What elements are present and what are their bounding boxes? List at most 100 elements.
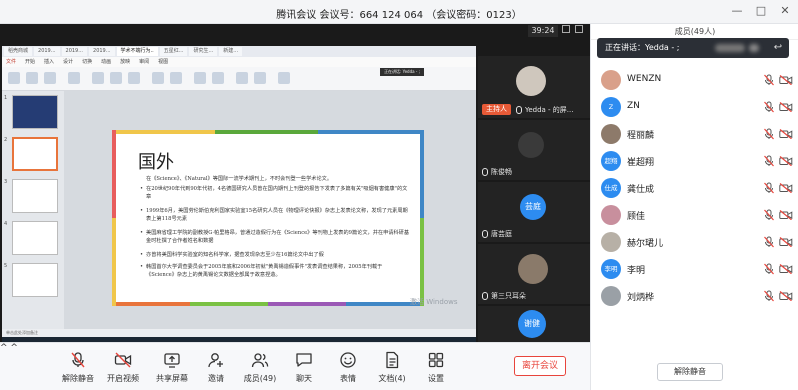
- documents-label: 文档(4): [378, 374, 406, 383]
- host-avatar: [516, 66, 546, 96]
- member-row[interactable]: 顾佳: [591, 202, 798, 228]
- mic-muted-icon[interactable]: [763, 101, 775, 113]
- unmute-button[interactable]: 解除静音: [58, 351, 98, 384]
- emoji-label: 表情: [340, 374, 356, 383]
- camera-off-icon[interactable]: [779, 102, 793, 113]
- member-avatar: [601, 286, 621, 306]
- member-row[interactable]: 程丽麟: [591, 121, 798, 147]
- settings-label: 设置: [428, 374, 444, 383]
- camera-off-icon[interactable]: [779, 129, 793, 140]
- chat-icon: [295, 351, 313, 369]
- mic-icon: [482, 230, 488, 238]
- shared-ribbon: 文件 开始 插入 设计 切换 动画 放映 审阅 视图: [2, 57, 476, 67]
- camera-off-icon[interactable]: [779, 183, 793, 194]
- documents-button[interactable]: 文档(4): [372, 351, 412, 384]
- video-tile[interactable]: 陈俊畅: [478, 120, 590, 180]
- member-row[interactable]: Z ZN: [591, 94, 798, 120]
- outline-icon: [254, 72, 266, 84]
- speaking-text: 正在讲话：Yedda - ;: [605, 43, 680, 52]
- video-tile[interactable]: 第三只耳朵: [478, 244, 590, 304]
- thumb-number: 5: [4, 263, 8, 269]
- blurred-name: [749, 44, 759, 52]
- stage-view-controls: [562, 25, 583, 33]
- slide-border-left: [112, 130, 116, 306]
- find-icon: [278, 72, 290, 84]
- ribbon-item: 开始: [25, 59, 36, 65]
- camera-off-icon[interactable]: [779, 210, 793, 221]
- shared-tab: 五星红...: [159, 47, 188, 56]
- slide-thumbnail-selected: [12, 137, 58, 171]
- mic-muted-icon[interactable]: [763, 182, 775, 194]
- camera-off-icon[interactable]: [779, 291, 793, 302]
- slide-thumbnail: [12, 95, 58, 129]
- meeting-timer: 39:24: [528, 25, 558, 37]
- tile-name: 第三只耳朵: [482, 291, 526, 301]
- mic-muted-icon[interactable]: [763, 236, 775, 248]
- video-tile[interactable]: 谢健: [478, 306, 590, 342]
- slide-statusbar: 单击此处添加备注: [2, 329, 476, 337]
- tile-name: Yedda - 的屏...: [516, 105, 573, 115]
- emoji-button[interactable]: 表情: [328, 351, 368, 384]
- tile-name: 陈俊畅: [482, 167, 512, 177]
- chat-button[interactable]: 聊天: [284, 351, 324, 384]
- member-name: 顾佳: [627, 212, 646, 222]
- camera-off-icon[interactable]: [779, 237, 793, 248]
- video-tile[interactable]: 芸庭 唐芸庭: [478, 182, 590, 242]
- mic-muted-icon[interactable]: [763, 263, 775, 275]
- camera-off-icon[interactable]: [779, 75, 793, 86]
- invite-button[interactable]: 邀请: [196, 351, 236, 384]
- fill-icon: [236, 72, 248, 84]
- member-name: 龚仕成: [627, 185, 655, 195]
- minimize-icon[interactable]: —: [730, 4, 744, 18]
- video-tile-host[interactable]: 主持人 Yedda - 的屏...: [478, 56, 590, 118]
- mic-muted-icon[interactable]: [763, 74, 775, 86]
- start-video-button[interactable]: 开启视频: [103, 351, 143, 384]
- shared-tab: 新建...: [219, 47, 243, 56]
- chevron-up-icon[interactable]: ^: [0, 343, 8, 353]
- member-row[interactable]: 李明 李明: [591, 256, 798, 282]
- emoji-icon: [339, 351, 357, 369]
- share-screen-button[interactable]: 共享屏幕: [152, 351, 192, 384]
- mic-muted-icon[interactable]: [763, 128, 775, 140]
- shared-browser-tabs: 稻壳商城 2019... 2019... 2019... 学术不端行为.. 五星…: [2, 46, 476, 57]
- paste-icon: [8, 72, 20, 84]
- member-name: ZN: [627, 101, 640, 111]
- close-icon[interactable]: ✕: [778, 4, 792, 18]
- camera-off-icon[interactable]: [779, 264, 793, 275]
- meeting-toolbar: 解除静音 ^ 开启视频 ^ 共享屏幕 邀请 成员(49) 聊天 表情 文档(4)…: [0, 342, 590, 390]
- thumb-number: 4: [4, 221, 8, 227]
- shared-speaking-tip: 正在讲话: Yedda - ;: [380, 68, 424, 76]
- camera-off-icon[interactable]: [779, 156, 793, 167]
- unmute-all-button[interactable]: 解除静音: [657, 363, 723, 381]
- leave-meeting-button[interactable]: 离开会议: [514, 356, 566, 376]
- settings-icon: [427, 351, 445, 369]
- chevron-up-icon[interactable]: ^: [10, 343, 18, 353]
- member-row[interactable]: WENZN: [591, 67, 798, 93]
- share-screen-label: 共享屏幕: [156, 374, 188, 383]
- slide-bullet: 1999年6月，美国劳伦斯伯克利国家实验室15名研究人员在《物理评论快报》杂志上…: [140, 208, 410, 224]
- member-name: 崔超翔: [627, 158, 655, 168]
- member-row[interactable]: 超翔 崔超翔: [591, 148, 798, 174]
- chat-label: 聊天: [296, 374, 312, 383]
- layout-icon[interactable]: [562, 25, 570, 33]
- member-row[interactable]: 刘炳桦: [591, 283, 798, 309]
- settings-button[interactable]: 设置: [416, 351, 456, 384]
- members-panel: 成员(49人) 正在讲话：Yedda - ; ↩ WENZN Z ZN 程丽麟 超翔 崔超…: [590, 24, 798, 390]
- mic-muted-icon[interactable]: [763, 290, 775, 302]
- member-avatar: [601, 205, 621, 225]
- members-button[interactable]: 成员(49): [240, 351, 280, 384]
- font-icon: [92, 72, 104, 84]
- collapse-icon[interactable]: ↩: [771, 41, 785, 55]
- slide-paragraph: 在《Science》、《Natural》等国际一流学术期刊上，不时会刊登一些学术…: [146, 176, 333, 182]
- member-row[interactable]: 赫尔珺儿: [591, 229, 798, 255]
- tile-name: 唐芸庭: [482, 229, 512, 239]
- mic-muted-icon[interactable]: [763, 155, 775, 167]
- mic-muted-icon[interactable]: [763, 209, 775, 221]
- maximize-icon[interactable]: □: [754, 4, 768, 18]
- document-icon: [383, 351, 401, 369]
- fullscreen-icon[interactable]: [575, 25, 583, 33]
- slide-bullet: 韩国首尔大学调查委员会于2005年底和2006年初就"黄禹锡造假事件"发表调查结…: [140, 264, 410, 280]
- current-slide: 国外 在《Science》、《Natural》等国际一流学术期刊上，不时会刊登一…: [112, 130, 424, 306]
- member-row[interactable]: 仕成 龚仕成: [591, 175, 798, 201]
- mic-icon: [482, 292, 488, 300]
